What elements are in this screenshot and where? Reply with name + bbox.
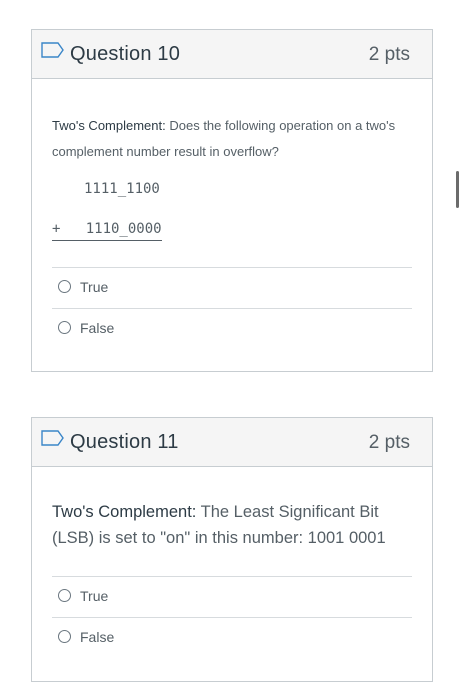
operand-1: 1111_1100 (84, 181, 160, 197)
answer-option-false[interactable]: False (52, 308, 412, 349)
answer-label[interactable]: False (80, 320, 114, 336)
operand-2: + 1110_0000 (52, 220, 162, 241)
question-header: Question 11 2 pts (32, 418, 432, 467)
question-body: Two's Complement: Does the following ope… (32, 79, 432, 241)
answer-option-true[interactable]: True (52, 576, 412, 617)
answer-option-true[interactable]: True (52, 267, 412, 308)
question-topic: Two's Complement: (52, 503, 197, 521)
flag-icon[interactable] (41, 430, 65, 446)
flag-icon[interactable] (41, 42, 65, 58)
answer-label[interactable]: False (80, 629, 114, 645)
answer-option-false[interactable]: False (52, 617, 412, 658)
answer-list: True False (52, 267, 412, 349)
question-topic: Two's Complement: (52, 118, 166, 133)
question-points: 2 pts (368, 44, 410, 65)
question-points: 2 pts (368, 432, 410, 453)
radio-button[interactable] (58, 321, 71, 334)
answer-label[interactable]: True (80, 279, 108, 295)
question-title: Question 11 (70, 431, 179, 453)
scrollbar-thumb[interactable] (456, 171, 459, 208)
question-text: Two's Complement: The Least Significant … (52, 467, 412, 551)
answer-list: True False (52, 576, 412, 658)
radio-button[interactable] (58, 589, 71, 602)
question-title: Question 10 (70, 43, 181, 65)
radio-button[interactable] (58, 630, 71, 643)
question-card-10: Question 10 2 pts Two's Complement: Does… (31, 29, 433, 372)
answer-label[interactable]: True (80, 588, 108, 604)
radio-button[interactable] (58, 280, 71, 293)
question-text: Two's Complement: Does the following ope… (52, 79, 412, 165)
question-body: Two's Complement: The Least Significant … (32, 467, 432, 551)
question-card-11: Question 11 2 pts Two's Complement: The … (31, 417, 433, 682)
question-header: Question 10 2 pts (32, 30, 432, 79)
